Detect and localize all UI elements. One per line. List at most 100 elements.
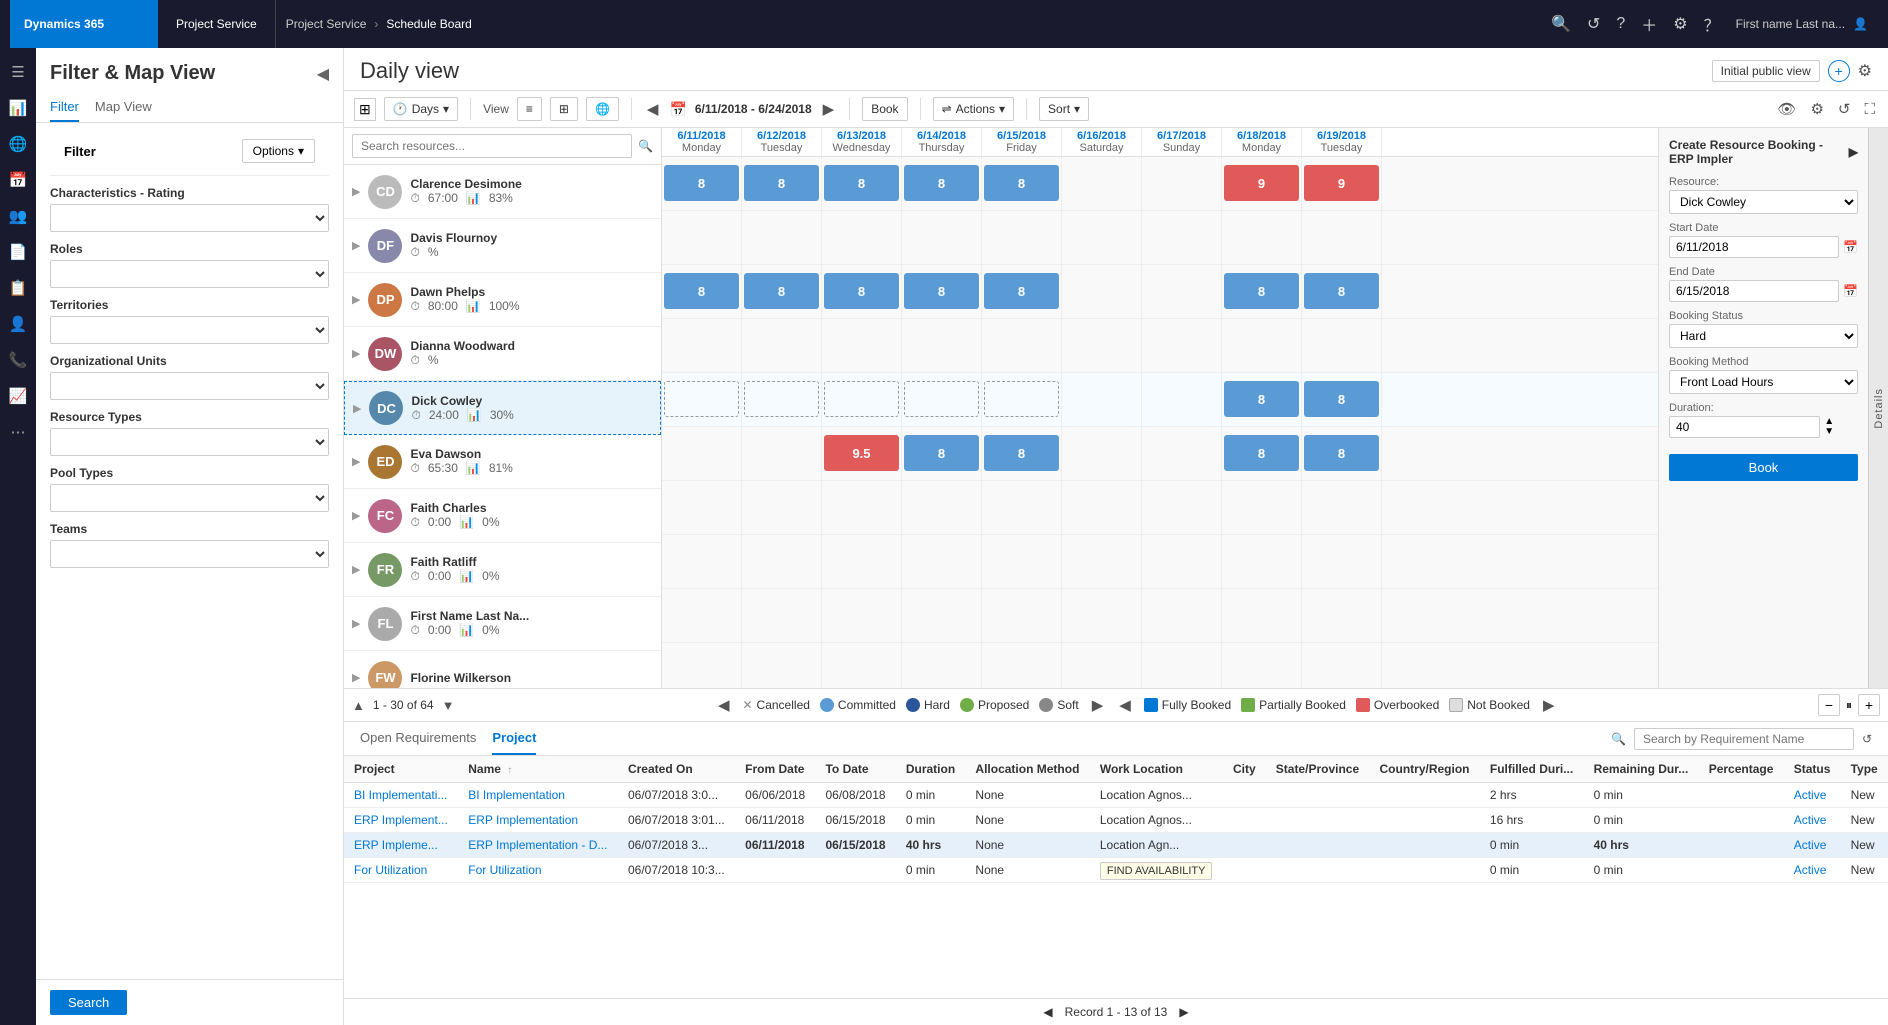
name-link[interactable]: BI Implementation bbox=[468, 788, 565, 802]
globe-view-btn[interactable]: 🌐 bbox=[586, 97, 619, 121]
status-link[interactable]: Active bbox=[1794, 813, 1827, 827]
expand-btn[interactable]: ▶ bbox=[352, 455, 360, 468]
cal-cell[interactable] bbox=[742, 643, 822, 688]
expand-icon[interactable]: ⊞ bbox=[354, 98, 376, 121]
legend-prev-btn[interactable]: ◀ bbox=[715, 693, 733, 717]
cal-cell[interactable] bbox=[982, 373, 1062, 427]
cal-cell[interactable] bbox=[742, 535, 822, 589]
booking-block[interactable]: 8 bbox=[984, 165, 1059, 201]
cal-cell[interactable] bbox=[902, 373, 982, 427]
cal-cell[interactable] bbox=[662, 535, 742, 589]
breadcrumb-item-1[interactable]: Project Service bbox=[286, 17, 367, 31]
booking-block[interactable]: 8 bbox=[904, 273, 979, 309]
project-link[interactable]: ERP Implement... bbox=[354, 813, 448, 827]
cal-cell[interactable] bbox=[1142, 589, 1222, 643]
next-btn[interactable]: ▶ bbox=[820, 97, 838, 121]
cal-cell[interactable] bbox=[1142, 265, 1222, 319]
cal-cell[interactable] bbox=[1062, 319, 1142, 373]
expand-btn[interactable]: ▶ bbox=[352, 239, 360, 252]
actions-btn[interactable]: ⇌ Actions ▾ bbox=[933, 97, 1014, 121]
name-link[interactable]: ERP Implementation bbox=[468, 813, 578, 827]
booking-block[interactable]: 8 bbox=[664, 165, 739, 201]
booking-block[interactable]: 9 bbox=[1304, 165, 1379, 201]
end-date-input[interactable] bbox=[1669, 280, 1839, 302]
expand-btn[interactable]: ▶ bbox=[352, 509, 360, 522]
book-button[interactable]: Book bbox=[1669, 454, 1858, 481]
expand-btn[interactable]: ▶ bbox=[353, 402, 361, 415]
cal-cell[interactable] bbox=[742, 481, 822, 535]
legend-prev2-btn[interactable]: ◀ bbox=[1116, 693, 1134, 717]
footer-prev-icon[interactable]: ◀ bbox=[1043, 1005, 1052, 1019]
cal-cell[interactable] bbox=[1062, 481, 1142, 535]
cal-cell[interactable]: 8 bbox=[982, 265, 1062, 319]
cal-cell[interactable] bbox=[1062, 211, 1142, 265]
booking-block[interactable]: 8 bbox=[984, 435, 1059, 471]
tab-open-requirements[interactable]: Open Requirements bbox=[360, 722, 476, 755]
cal-cell[interactable] bbox=[1062, 643, 1142, 688]
cal-cell[interactable] bbox=[902, 481, 982, 535]
booking-block[interactable]: 8 bbox=[824, 165, 899, 201]
resource-types-select[interactable] bbox=[50, 428, 329, 456]
cal-cell[interactable] bbox=[662, 589, 742, 643]
help-icon[interactable]: ? bbox=[1616, 15, 1625, 33]
booking-method-select[interactable]: Front Load Hours bbox=[1669, 370, 1858, 394]
booking-panel-expand[interactable]: ▶ bbox=[1849, 145, 1858, 159]
cal-cell[interactable] bbox=[1062, 157, 1142, 211]
cal-cell[interactable] bbox=[742, 373, 822, 427]
pool-types-select[interactable] bbox=[50, 484, 329, 512]
resource-select[interactable]: Dick Cowley bbox=[1669, 190, 1858, 214]
book-btn[interactable]: Book bbox=[862, 97, 907, 121]
options-button[interactable]: Options ▾ bbox=[242, 139, 315, 163]
cal-cell[interactable]: 8 bbox=[1302, 427, 1382, 481]
cal-cell[interactable] bbox=[662, 211, 742, 265]
cal-cell[interactable]: 8 bbox=[902, 157, 982, 211]
cal-cell[interactable] bbox=[1222, 481, 1302, 535]
filter-collapse-btn[interactable]: ◀ bbox=[317, 64, 329, 84]
project-link[interactable]: BI Implementati... bbox=[354, 788, 447, 802]
cal-cell[interactable]: 8 bbox=[1222, 427, 1302, 481]
cal-cell[interactable]: 8 bbox=[662, 157, 742, 211]
booking-block[interactable]: 8 bbox=[664, 273, 739, 309]
cal-cell[interactable] bbox=[902, 589, 982, 643]
teams-select[interactable] bbox=[50, 540, 329, 568]
cal-cell[interactable] bbox=[1302, 535, 1382, 589]
org-units-select[interactable] bbox=[50, 372, 329, 400]
cal-cell[interactable] bbox=[1302, 211, 1382, 265]
cal-cell[interactable] bbox=[902, 211, 982, 265]
search-icon[interactable]: 🔍 bbox=[1551, 14, 1571, 34]
cal-cell[interactable] bbox=[982, 211, 1062, 265]
footer-next-icon[interactable]: ▶ bbox=[1179, 1005, 1188, 1019]
project-link[interactable]: ERP Impleme... bbox=[354, 838, 438, 852]
cal-cell[interactable] bbox=[902, 535, 982, 589]
booking-block[interactable]: 8 bbox=[824, 273, 899, 309]
cal-cell[interactable] bbox=[1222, 535, 1302, 589]
cal-cell[interactable] bbox=[662, 373, 742, 427]
cal-cell[interactable]: 8 bbox=[902, 427, 982, 481]
cal-cell[interactable]: 9.5 bbox=[822, 427, 902, 481]
cal-cell[interactable]: 8 bbox=[982, 157, 1062, 211]
cal-cell[interactable] bbox=[982, 535, 1062, 589]
cal-cell[interactable] bbox=[1142, 373, 1222, 427]
expand-btn[interactable]: ▶ bbox=[352, 347, 360, 360]
req-search-icon[interactable]: 🔍 bbox=[1611, 732, 1626, 746]
cal-cell[interactable] bbox=[1062, 427, 1142, 481]
booking-block[interactable]: 9.5 bbox=[824, 435, 899, 471]
resource-search-input[interactable] bbox=[352, 134, 632, 158]
booking-block[interactable]: 8 bbox=[744, 273, 819, 309]
cal-cell[interactable] bbox=[1302, 481, 1382, 535]
table-row[interactable]: For Utilization For Utilization 06/07/20… bbox=[344, 858, 1888, 883]
refresh-icon[interactable]: ↺ bbox=[1587, 14, 1600, 34]
cal-cell[interactable] bbox=[902, 319, 982, 373]
cal-cell[interactable]: 8 bbox=[822, 265, 902, 319]
cal-cell[interactable] bbox=[1142, 211, 1222, 265]
cal-cell[interactable] bbox=[662, 481, 742, 535]
cal-cell[interactable] bbox=[1142, 643, 1222, 688]
cal-cell[interactable] bbox=[1142, 481, 1222, 535]
page-settings-icon[interactable]: ⚙ bbox=[1858, 61, 1872, 81]
cal-cell[interactable] bbox=[1062, 589, 1142, 643]
cal-cell[interactable] bbox=[982, 319, 1062, 373]
cal-cell[interactable] bbox=[822, 643, 902, 688]
cal-cell[interactable] bbox=[1142, 427, 1222, 481]
cal-cell[interactable] bbox=[662, 427, 742, 481]
settings-icon[interactable]: ⚙ bbox=[1673, 14, 1687, 34]
